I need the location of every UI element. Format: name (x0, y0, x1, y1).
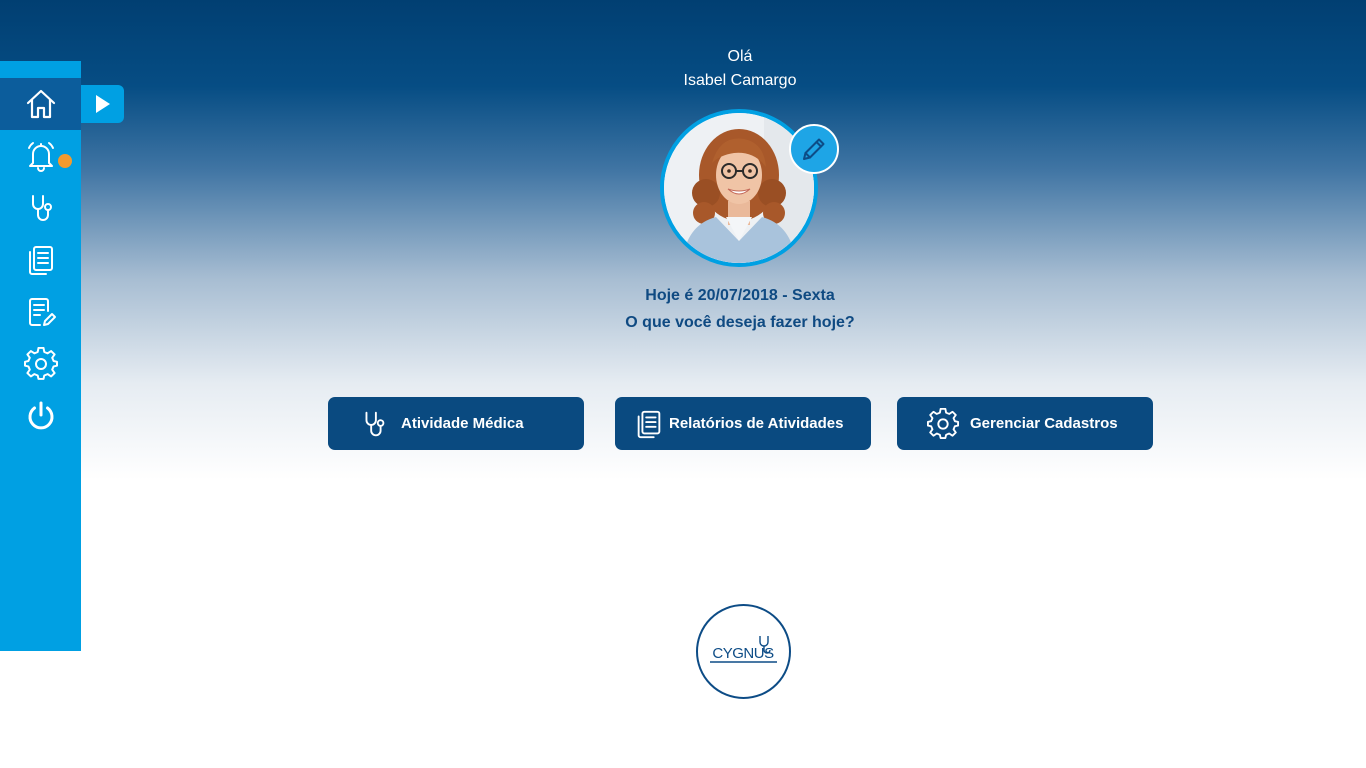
greeting-hello: Olá (727, 48, 753, 65)
pencil-icon (803, 138, 825, 160)
activity-reports-button[interactable]: Relatórios de Atividades (615, 397, 871, 450)
medical-activity-button[interactable]: Atividade Médica (328, 397, 584, 450)
user-name: Isabel Camargo (683, 72, 797, 89)
gear-icon (23, 347, 58, 380)
manage-records-button[interactable]: Gerenciar Cadastros (897, 397, 1153, 450)
svg-text:CYGNUS: CYGNUS (712, 645, 774, 662)
documents-icon (28, 246, 53, 275)
play-icon (95, 95, 110, 113)
power-icon (28, 401, 53, 430)
edit-document-icon (28, 298, 56, 326)
edit-profile-button[interactable] (789, 124, 839, 174)
notification-dot (58, 154, 72, 168)
sidebar-item-medical[interactable] (0, 182, 81, 234)
sidebar-item-logout[interactable] (0, 390, 81, 442)
activity-reports-label: Relatórios de Atividades (669, 415, 844, 432)
sidebar (0, 61, 81, 651)
cygnus-logo: CYGNUS (696, 604, 791, 699)
manage-records-label: Gerenciar Cadastros (970, 415, 1118, 432)
question-text: O que você deseja fazer hoje? (625, 314, 855, 331)
bell-icon (27, 142, 54, 172)
date-text: Hoje é 20/07/2018 - Sexta (645, 287, 835, 304)
sidebar-item-home[interactable] (0, 78, 81, 130)
stethoscope-icon (365, 411, 385, 436)
sidebar-item-records[interactable] (0, 286, 81, 338)
sidebar-expand-button[interactable] (81, 85, 124, 123)
medical-activity-label: Atividade Médica (401, 415, 524, 432)
documents-icon (637, 410, 661, 438)
gear-icon (927, 407, 959, 439)
home-icon (26, 89, 55, 119)
stethoscope-icon (31, 195, 52, 221)
sidebar-item-reports[interactable] (0, 234, 81, 286)
sidebar-item-settings[interactable] (0, 338, 81, 390)
